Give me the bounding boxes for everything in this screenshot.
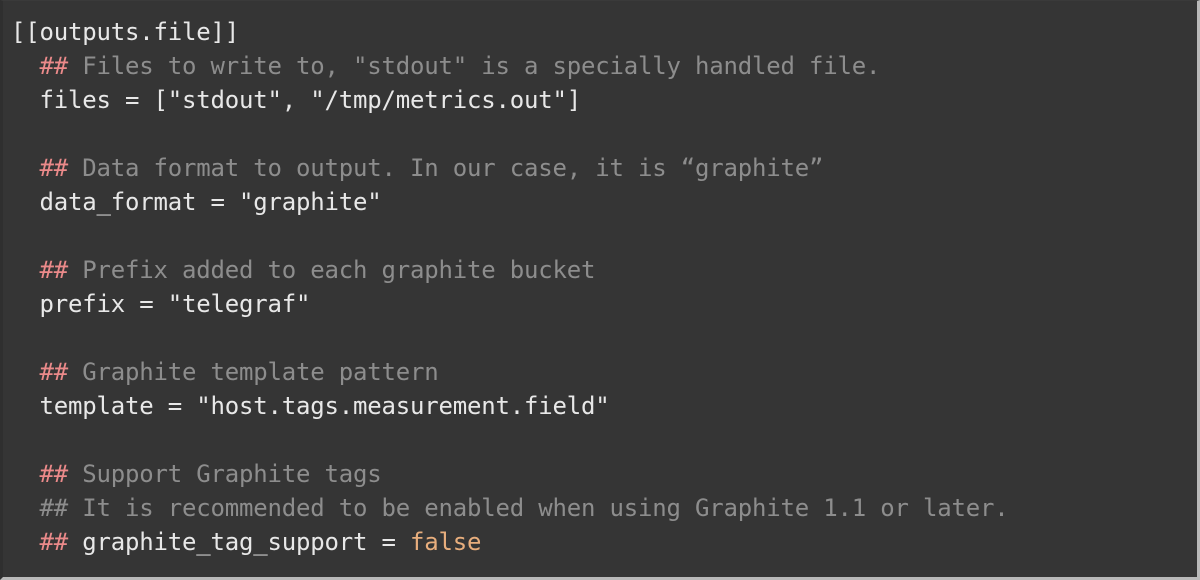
- assignment-value: "telegraf": [168, 290, 311, 318]
- comment-text: Prefix added to each graphite bucket: [68, 256, 595, 284]
- assignment-operator: =: [154, 392, 197, 420]
- code-line-blank: [11, 117, 1197, 151]
- toml-commented-assignment: ## graphite_tag_support = false: [11, 525, 1197, 559]
- toml-assignment: data_format = "graphite": [11, 185, 1197, 219]
- assignment-key: files: [40, 86, 111, 114]
- assignment-key: prefix: [40, 290, 126, 318]
- code-comment-line: ## It is recommended to be enabled when …: [11, 491, 1197, 525]
- comment-hash-marker: ##: [40, 358, 69, 386]
- comment-hash-marker: ##: [40, 154, 69, 182]
- comment-hash-marker: ##: [40, 528, 69, 556]
- code-comment-line: ## Files to write to, "stdout" is a spec…: [11, 49, 1197, 83]
- code-line-blank: [11, 321, 1197, 355]
- comment-text: Graphite template pattern: [68, 358, 438, 386]
- assignment-operator: =: [111, 86, 154, 114]
- code-line-blank: [11, 423, 1197, 457]
- code-comment-line: ## Data format to output. In our case, i…: [11, 151, 1197, 185]
- assignment-operator: =: [367, 528, 410, 556]
- toml-section-header: [[outputs.file]]: [11, 15, 1197, 49]
- code-comment-line: ## Graphite template pattern: [11, 355, 1197, 389]
- assignment-key: data_format: [40, 188, 197, 216]
- code-line-blank: [11, 219, 1197, 253]
- comment-hash-marker: ##: [40, 256, 69, 284]
- comment-text: Data format to output. In our case, it i…: [68, 154, 823, 182]
- toml-assignment: files = ["stdout", "/tmp/metrics.out"]: [11, 83, 1197, 117]
- comment-text: Support Graphite tags: [68, 460, 381, 488]
- comment-hash-marker: ##: [40, 460, 69, 488]
- assignment-value: "host.tags.measurement.field": [196, 392, 609, 420]
- comment-hash-marker: ##: [40, 52, 69, 80]
- assignment-value: "graphite": [239, 188, 382, 216]
- assignment-operator: =: [125, 290, 168, 318]
- code-comment-line: ## Prefix added to each graphite bucket: [11, 253, 1197, 287]
- comment-hash-marker: ##: [40, 494, 69, 522]
- toml-assignment: template = "host.tags.measurement.field": [11, 389, 1197, 423]
- assignment-key: template: [40, 392, 154, 420]
- assignment-value: ["stdout", "/tmp/metrics.out"]: [154, 86, 581, 114]
- code-block: [[outputs.file]] ## Files to write to, "…: [0, 0, 1200, 580]
- code-line-list[interactable]: [[outputs.file]] ## Files to write to, "…: [3, 15, 1197, 559]
- assignment-operator: =: [196, 188, 239, 216]
- code-comment-line: ## Support Graphite tags: [11, 457, 1197, 491]
- comment-text: It is recommended to be enabled when usi…: [68, 494, 1008, 522]
- assignment-key: graphite_tag_support: [82, 528, 367, 556]
- toml-assignment: prefix = "telegraf": [11, 287, 1197, 321]
- comment-text: Files to write to, "stdout" is a special…: [68, 52, 880, 80]
- section-name: [[outputs.file]]: [11, 18, 239, 46]
- assignment-value: false: [410, 528, 481, 556]
